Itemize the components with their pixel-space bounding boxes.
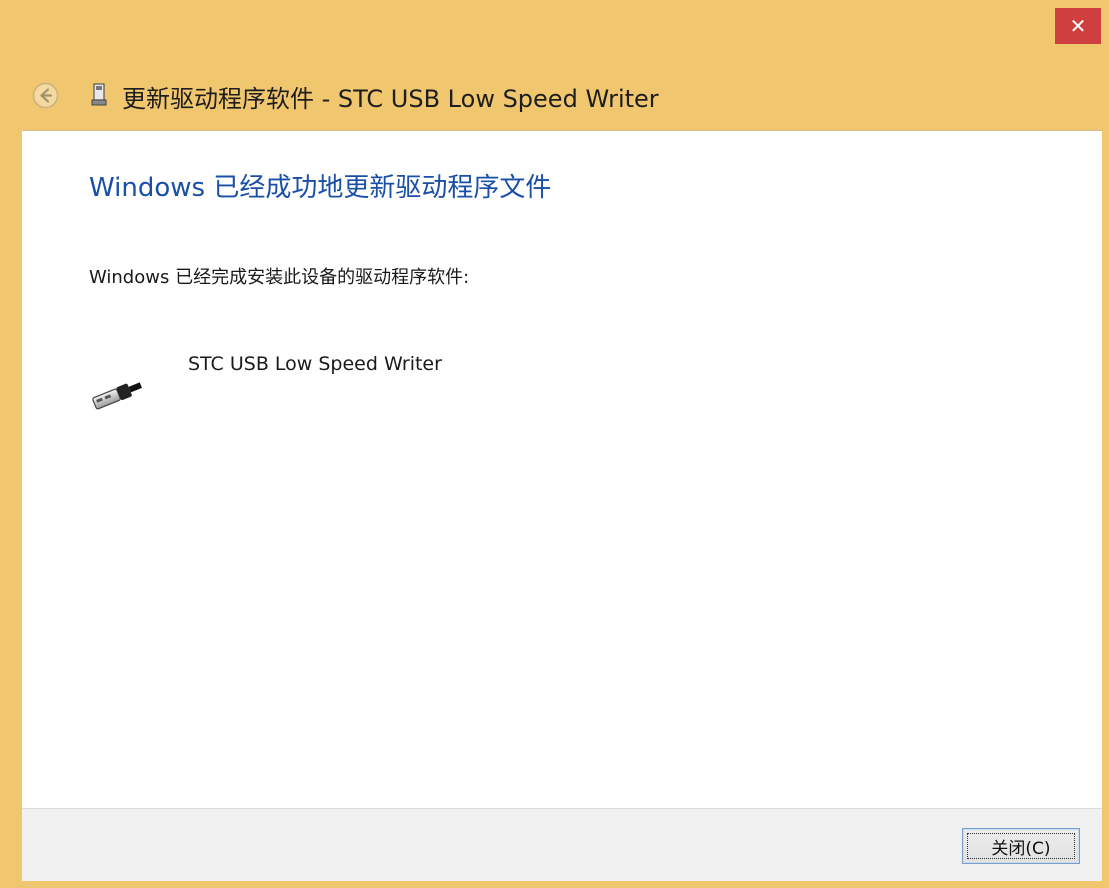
close-icon: ✕	[1069, 14, 1087, 38]
wizard-content: Windows 已经成功地更新驱动程序文件 Windows 已经完成安装此设备的…	[22, 130, 1102, 808]
window-bottom-border	[0, 881, 1109, 888]
wizard-header: 更新驱动程序软件 - STC USB Low Speed Writer	[0, 60, 1109, 130]
driver-update-window: ✕ 更新驱动程序软件 - STC USB Low Speed Writer Wi…	[0, 0, 1109, 888]
usb-device-icon	[91, 83, 107, 106]
install-description: Windows 已经完成安装此设备的驱动程序软件:	[89, 267, 470, 288]
back-arrow-icon[interactable]	[32, 82, 59, 109]
wizard-title: 更新驱动程序软件 - STC USB Low Speed Writer	[122, 85, 659, 113]
close-window-button[interactable]: ✕	[1055, 8, 1101, 44]
close-button-label: 关闭(C)	[991, 838, 1051, 859]
success-heading: Windows 已经成功地更新驱动程序文件	[89, 173, 552, 203]
close-button[interactable]: 关闭(C)	[962, 828, 1080, 864]
usb-plug-icon	[92, 382, 142, 410]
device-name: STC USB Low Speed Writer	[188, 353, 442, 375]
wizard-footer: 关闭(C)	[22, 808, 1102, 881]
